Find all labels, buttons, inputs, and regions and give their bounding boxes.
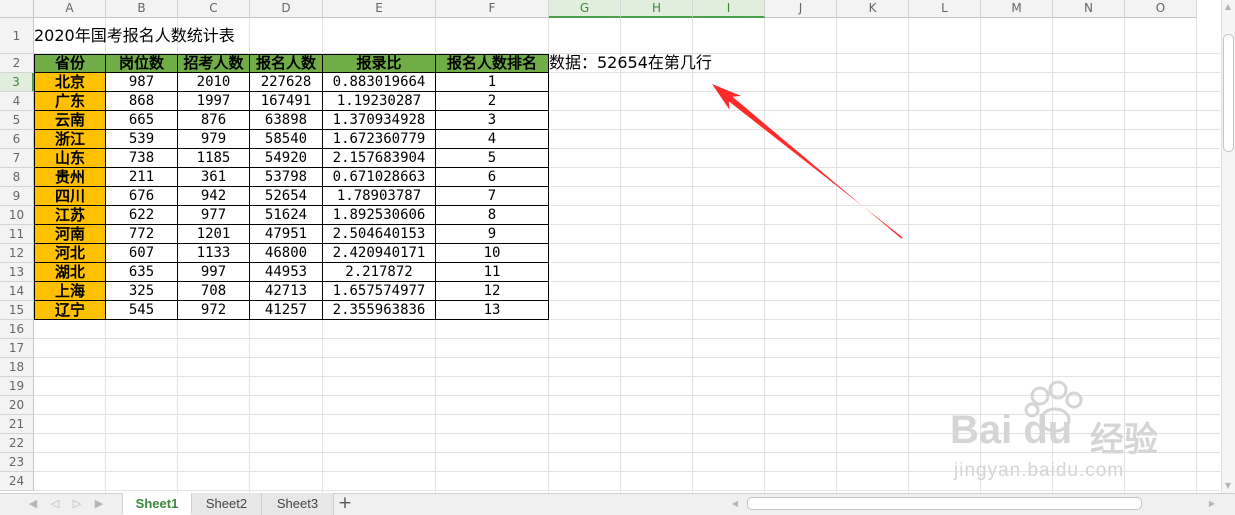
scroll-up-icon[interactable]: ▲ <box>1221 0 1235 14</box>
sheet-tab-sheet3[interactable]: Sheet3 <box>262 493 334 515</box>
add-sheet-button[interactable]: + <box>334 493 356 515</box>
spreadsheet: A B C D E F G H I J K L M N O 1 2 3 4 5 6 7 8 9 10 11 12 13 14 15 16 17… <box>0 0 1235 515</box>
scroll-down-icon[interactable]: ▼ <box>1221 479 1235 493</box>
scroll-left-icon[interactable]: ◀ <box>728 493 742 515</box>
watermark-product: 经验 <box>1090 420 1158 460</box>
tab-nav-first-icon[interactable]: ◀ <box>24 493 42 515</box>
horizontal-scroll-thumb[interactable] <box>747 497 1142 510</box>
watermark-url: jingyan.baidu.com <box>954 460 1125 481</box>
vertical-scroll-thumb[interactable] <box>1223 34 1234 152</box>
scroll-right-icon[interactable]: ▶ <box>1205 493 1219 515</box>
sheet-tab-sheet2[interactable]: Sheet2 <box>192 493 262 515</box>
sheet-tab-sheet1[interactable]: Sheet1 <box>122 493 192 515</box>
tab-nav-prev-icon[interactable]: ◁ <box>46 493 64 515</box>
watermark-brand: Bai du <box>950 408 1073 452</box>
tab-nav-last-icon[interactable]: ▶ <box>90 493 108 515</box>
arrow-shape <box>712 84 903 239</box>
baidu-jingyan-watermark: Bai du 经验 jingyan.baidu.com <box>940 378 1180 488</box>
tab-nav-next-icon[interactable]: ▷ <box>68 493 86 515</box>
